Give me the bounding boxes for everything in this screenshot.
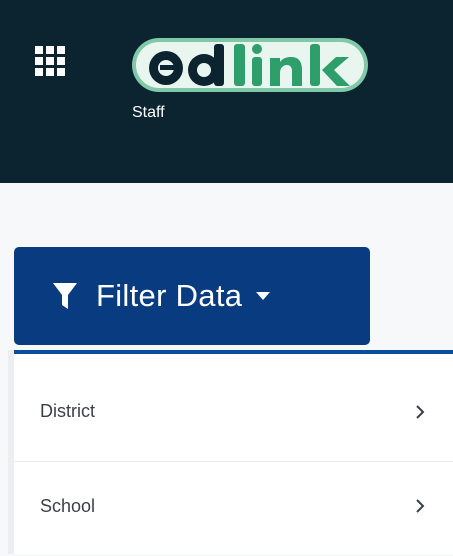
funnel-icon [53,283,77,309]
chevron-right-icon [416,499,425,513]
menu-item-district[interactable]: District [14,362,453,462]
top-header: Staff [0,0,453,183]
apps-grid-icon[interactable] [35,46,65,76]
edlink-logo[interactable] [130,28,370,98]
filter-data-label: Filter Data [96,278,243,313]
role-label: Staff [132,104,165,121]
caret-down-icon [256,292,271,300]
filter-data-button[interactable]: Filter Data [14,247,370,345]
menu-item-label: School [40,495,96,516]
menu-item-label: District [40,401,95,421]
menu-item-school[interactable]: School [14,456,453,556]
chevron-right-icon [416,404,425,419]
filter-dropdown-menu: District School [14,350,453,554]
